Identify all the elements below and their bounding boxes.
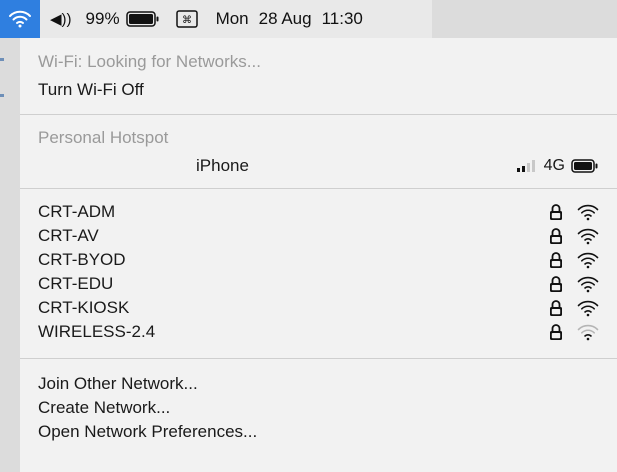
network-name: CRT-AV — [38, 226, 99, 245]
wifi-signal-icon — [577, 300, 599, 317]
network-item[interactable]: WIRELESS-2.4 — [38, 320, 599, 344]
battery-percent[interactable]: 99% — [86, 9, 120, 29]
network-item[interactable]: CRT-KIOSK — [38, 296, 599, 320]
wifi-signal-icon — [577, 228, 599, 245]
menu-bar: ◀)) 99% ⌘ Mon 28 Aug 11:30 — [0, 0, 432, 38]
network-name: CRT-KIOSK — [38, 298, 130, 317]
speaker-volume-icon: ◀)) — [50, 11, 72, 28]
menu-separator — [20, 188, 617, 189]
clock-day: Mon — [215, 9, 249, 28]
network-item[interactable]: CRT-BYOD — [38, 248, 599, 272]
open-network-preferences-item[interactable]: Open Network Preferences... — [38, 420, 599, 444]
clock[interactable]: Mon 28 Aug 11:30 — [216, 9, 363, 29]
battery-full-icon — [571, 159, 598, 173]
menu-separator — [20, 358, 617, 359]
wifi-signal-icon — [577, 204, 599, 221]
network-name: CRT-ADM — [38, 202, 116, 221]
hotspot-name: iPhone — [196, 156, 249, 175]
network-name: WIRELESS-2.4 — [38, 322, 156, 341]
network-name: CRT-EDU — [38, 274, 114, 293]
hotspot-item-iphone[interactable]: iPhone 4G — [38, 154, 599, 178]
lock-icon — [550, 276, 562, 292]
clock-time: 11:30 — [321, 9, 363, 28]
wifi-menu-button[interactable] — [0, 0, 40, 38]
lock-icon — [550, 204, 562, 220]
lock-icon — [550, 324, 562, 340]
svg-text:⌘: ⌘ — [182, 15, 192, 26]
window-edge-fragment — [0, 58, 4, 61]
wifi-signal-icon — [577, 252, 599, 269]
join-other-network-item[interactable]: Join Other Network... — [38, 372, 599, 396]
personal-hotspot-header: Personal Hotspot — [38, 128, 169, 147]
volume-menu[interactable]: ◀)) — [48, 10, 72, 28]
network-item[interactable]: CRT-ADM — [38, 200, 599, 224]
command-key-icon[interactable]: ⌘ — [175, 10, 198, 28]
wifi-icon — [9, 10, 31, 28]
network-item[interactable]: CRT-AV — [38, 224, 599, 248]
create-network-item[interactable]: Create Network... — [38, 396, 599, 420]
lock-icon — [550, 228, 562, 244]
lock-icon — [550, 300, 562, 316]
clock-date: 28 Aug — [258, 9, 312, 28]
lock-icon — [550, 252, 562, 268]
network-item[interactable]: CRT-EDU — [38, 272, 599, 296]
wifi-signal-weak-icon — [577, 324, 599, 341]
cellular-signal-icon — [516, 160, 535, 172]
window-edge-fragment — [0, 94, 4, 97]
network-name: CRT-BYOD — [38, 250, 126, 269]
wifi-status: Wi-Fi: Looking for Networks... — [38, 52, 261, 71]
wifi-dropdown-menu: Wi-Fi: Looking for Networks... Turn Wi-F… — [20, 38, 617, 472]
wifi-signal-icon — [577, 276, 599, 293]
menu-separator — [20, 114, 617, 115]
turn-wifi-off-item[interactable]: Turn Wi-Fi Off — [38, 78, 599, 102]
battery-full-icon[interactable] — [125, 11, 160, 27]
network-type: 4G — [543, 157, 565, 174]
